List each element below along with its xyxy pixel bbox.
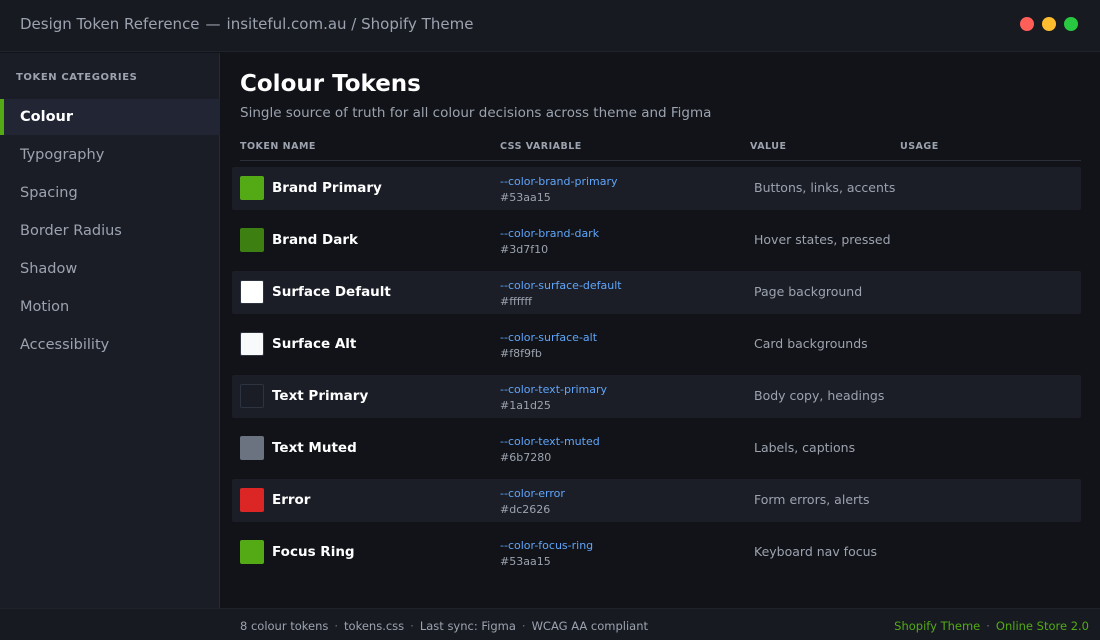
color-swatch: [240, 280, 264, 304]
status-separator: ·: [334, 619, 339, 633]
token-row[interactable]: Text Muted --color-text-muted #6b7280 Label…: [232, 427, 1081, 470]
platform-label-1: Online Store 2.0: [995, 619, 1089, 633]
hex-value: #6b7280: [500, 451, 552, 464]
color-swatch: [240, 332, 264, 356]
token-usage: Labels, captions: [754, 440, 856, 455]
status-bar: 8 colour tokens · tokens.css · Last sync: Fi…: [0, 608, 1100, 640]
sidebar-item-label: Border Radius: [20, 223, 122, 239]
status-separator: ·: [986, 619, 990, 633]
token-name: Surface Alt: [272, 336, 357, 352]
sidebar-item-border-radius[interactable]: Border Radius: [0, 213, 220, 249]
css-variable-name[interactable]: --color-error: [500, 487, 565, 500]
status-right: Shopify Theme · Online Store 2.0: [894, 619, 1089, 633]
close-window-button[interactable]: [1020, 17, 1034, 31]
hex-value: #53aa15: [500, 555, 551, 568]
sidebar-item-motion[interactable]: Motion: [0, 289, 220, 325]
token-usage: Hover states, pressed: [754, 232, 891, 247]
token-row[interactable]: Error --color-error #dc2626 Form errors, al…: [232, 479, 1081, 522]
sidebar-item-label: Typography: [20, 147, 105, 163]
hex-value: #dc2626: [500, 503, 551, 516]
token-usage: Body copy, headings: [754, 388, 885, 403]
color-swatch: [240, 540, 264, 564]
token-row[interactable]: Brand Dark --color-brand-dark #3d7f10 Hover…: [232, 219, 1081, 262]
status-separator: ·: [410, 619, 414, 633]
project-path: insiteful.com.au / Shopify Theme: [226, 15, 474, 33]
token-name: Brand Primary: [272, 180, 382, 196]
token-table-body: Brand Primary --color-brand-primary #53aa1…: [232, 167, 1081, 583]
token-name: Brand Dark: [272, 232, 358, 248]
token-row[interactable]: Text Primary --color-text-primary #1a1d25 B…: [232, 375, 1081, 418]
platform-label-0: Shopify Theme: [894, 619, 981, 633]
status-separator: ·: [521, 619, 526, 633]
css-variable-name[interactable]: --color-text-muted: [500, 435, 600, 448]
page-subtitle: Single source of truth for all colour de…: [240, 105, 712, 121]
hex-value: #3d7f10: [500, 243, 549, 256]
sidebar-item-accessibility[interactable]: Accessibility: [0, 327, 220, 363]
css-variable-name[interactable]: --color-focus-ring: [500, 539, 593, 552]
column-header-css-variable: CSS VARIABLE: [500, 141, 582, 152]
sidebar-item-label: Accessibility: [20, 337, 110, 353]
color-swatch: [240, 176, 264, 200]
hex-value: #ffffff: [500, 295, 532, 308]
token-usage: Keyboard nav focus: [754, 544, 878, 559]
token-name: Error: [272, 492, 311, 508]
token-usage: Card backgrounds: [754, 336, 868, 351]
status-left: 8 colour tokens · tokens.css · Last sync: Fi…: [240, 619, 648, 633]
sidebar-item-spacing[interactable]: Spacing: [0, 175, 220, 211]
app-title: Design Token Reference: [20, 15, 200, 33]
window-controls: [1020, 17, 1078, 31]
title-bar: Design Token Reference — insiteful.com.au …: [0, 0, 1100, 52]
css-variable-name[interactable]: --color-brand-dark: [500, 227, 599, 240]
column-header-token-name: TOKEN NAME: [240, 141, 316, 152]
token-name: Surface Default: [272, 284, 391, 300]
token-usage: Buttons, links, accents: [754, 180, 896, 195]
token-row[interactable]: Surface Alt --color-surface-alt #f8f9fb Car…: [232, 323, 1081, 366]
token-name: Text Primary: [272, 388, 369, 404]
token-usage: Form errors, alerts: [754, 492, 870, 507]
sidebar-item-shadow[interactable]: Shadow: [0, 251, 220, 287]
status-item-3: WCAG AA compliant: [531, 619, 648, 633]
color-swatch: [240, 384, 264, 408]
css-variable-name[interactable]: --color-brand-primary: [500, 175, 618, 188]
sidebar-nav: Colour Typography Spacing Border Radius Shad…: [0, 99, 220, 365]
sidebar-item-label: Colour: [20, 109, 74, 125]
hex-value: #f8f9fb: [500, 347, 542, 360]
color-swatch: [240, 488, 264, 512]
token-row[interactable]: Focus Ring --color-focus-ring #53aa15 Keybo…: [232, 531, 1081, 574]
token-name: Focus Ring: [272, 544, 355, 560]
minimize-window-button[interactable]: [1042, 17, 1056, 31]
hex-value: #1a1d25: [500, 399, 551, 412]
maximize-window-button[interactable]: [1064, 17, 1078, 31]
color-swatch: [240, 228, 264, 252]
sidebar-item-typography[interactable]: Typography: [0, 137, 220, 173]
token-row[interactable]: Surface Default --color-surface-default #f…: [232, 271, 1081, 314]
sidebar: TOKEN CATEGORIES Colour Typography Spacing…: [0, 53, 220, 608]
css-variable-name[interactable]: --color-surface-alt: [500, 331, 597, 344]
sidebar-item-colour[interactable]: Colour: [0, 99, 220, 135]
column-header-value: VALUE: [750, 141, 787, 152]
title-separator: —: [205, 15, 221, 33]
css-variable-name[interactable]: --color-text-primary: [500, 383, 607, 396]
page-title: Colour Tokens: [240, 71, 421, 97]
css-variable-name[interactable]: --color-surface-default: [500, 279, 622, 292]
token-row[interactable]: Brand Primary --color-brand-primary #53aa1…: [232, 167, 1081, 210]
table-header: TOKEN NAME CSS VARIABLE VALUE USAGE: [240, 140, 1081, 161]
sidebar-heading: TOKEN CATEGORIES: [16, 72, 138, 83]
sidebar-item-label: Shadow: [20, 261, 78, 277]
color-swatch: [240, 436, 264, 460]
sidebar-item-label: Motion: [20, 299, 70, 315]
token-usage: Page background: [754, 284, 863, 299]
hex-value: #53aa15: [500, 191, 551, 204]
token-name: Text Muted: [272, 440, 357, 456]
window-title: Design Token Reference — insiteful.com.au …: [20, 15, 473, 33]
main-content: Colour Tokens Single source of truth for…: [221, 53, 1100, 608]
status-item-0: 8 colour tokens: [240, 619, 329, 633]
status-item-1: tokens.css: [344, 619, 405, 633]
status-item-2: Last sync: Figma: [419, 619, 516, 633]
sidebar-item-label: Spacing: [20, 185, 78, 201]
column-header-usage: USAGE: [900, 141, 939, 152]
